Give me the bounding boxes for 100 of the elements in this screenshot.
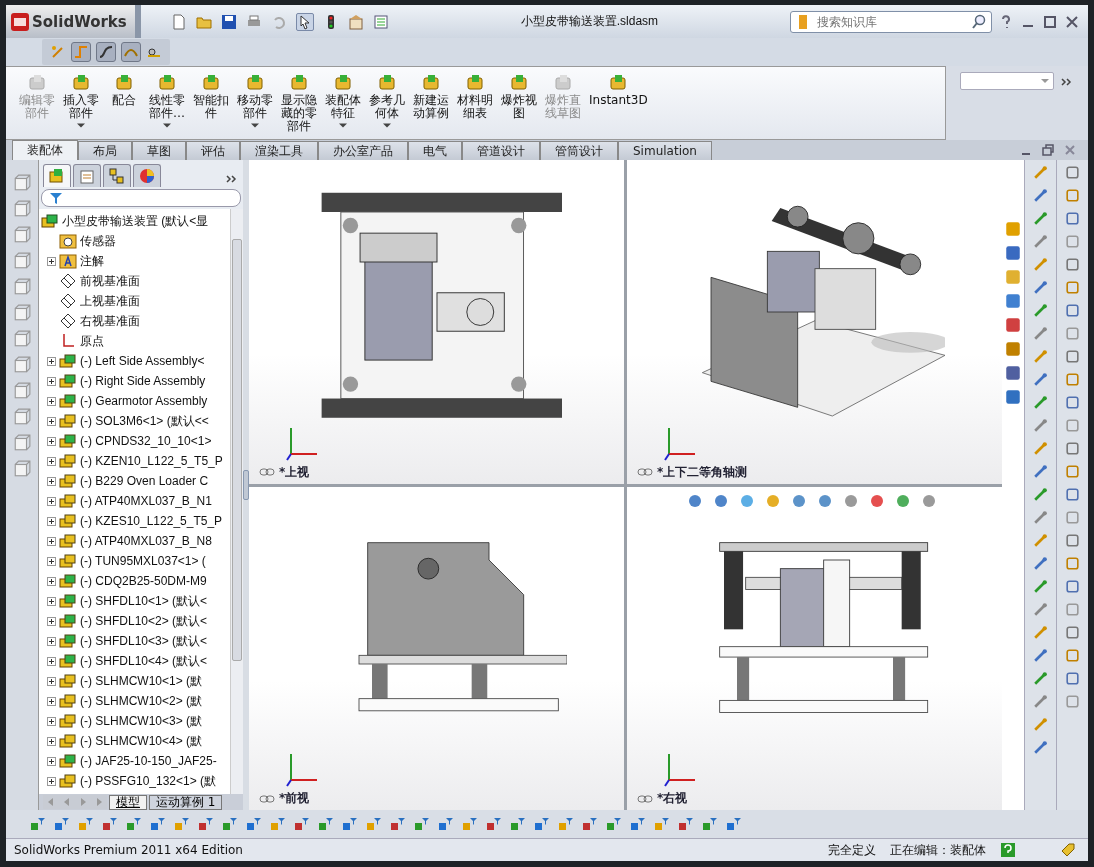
tool-icon[interactable] xyxy=(1064,417,1081,434)
step-path-icon[interactable] xyxy=(71,42,91,62)
command-button[interactable]: 爆炸视 图 xyxy=(498,71,540,122)
save-icon[interactable] xyxy=(220,13,237,30)
task-pane-icon[interactable] xyxy=(1004,244,1022,262)
expand-icon[interactable] xyxy=(47,416,56,426)
selection-filter-icon[interactable] xyxy=(510,816,526,832)
selection-filter-icon[interactable] xyxy=(270,816,286,832)
options-icon[interactable] xyxy=(347,13,364,30)
property-manager-icon[interactable] xyxy=(73,164,101,187)
tree-item[interactable]: (-) PSSFG10_132<1> (默 xyxy=(80,772,217,790)
selection-filter-icon[interactable] xyxy=(174,816,190,832)
tool-icon[interactable] xyxy=(1064,164,1081,181)
cube-icon[interactable] xyxy=(13,226,31,244)
expand-icon[interactable] xyxy=(47,496,56,506)
task-pane-icon[interactable] xyxy=(1004,340,1022,358)
ribbon-tab[interactable]: 渲染工具 xyxy=(240,141,318,160)
selection-filter-icon[interactable] xyxy=(150,816,166,832)
tool-icon[interactable] xyxy=(1064,210,1081,227)
command-button[interactable]: 新建运 动算例 xyxy=(410,71,452,122)
tool-icon[interactable] xyxy=(1032,532,1049,549)
tool-icon[interactable] xyxy=(1064,693,1081,710)
expand-icon[interactable] xyxy=(47,616,56,626)
command-button[interactable]: 智能扣 件 xyxy=(190,71,232,122)
command-button[interactable]: 材料明 细表 xyxy=(454,71,496,122)
tool-icon[interactable] xyxy=(1032,555,1049,572)
feature-manager-icon[interactable] xyxy=(43,164,71,187)
task-pane-icon[interactable] xyxy=(1004,388,1022,406)
model-tab[interactable]: 模型 xyxy=(109,794,147,810)
curve-path-icon[interactable] xyxy=(96,42,116,62)
expand-icon[interactable] xyxy=(47,556,56,566)
tool-icon[interactable] xyxy=(1064,509,1081,526)
tree-item[interactable]: (-) Gearmotor Assembly xyxy=(80,394,208,408)
selection-filter-icon[interactable] xyxy=(294,816,310,832)
expand-icon[interactable] xyxy=(47,576,56,586)
tool-icon[interactable] xyxy=(1064,624,1081,641)
splitter-handle[interactable] xyxy=(243,470,249,500)
expand-icon[interactable] xyxy=(47,396,56,406)
cube-icon[interactable] xyxy=(13,278,31,296)
view-tool-icon[interactable] xyxy=(713,492,729,509)
selection-filter-icon[interactable] xyxy=(318,816,334,832)
tool-icon[interactable] xyxy=(1064,279,1081,296)
expand-icon[interactable] xyxy=(47,536,56,546)
selection-filter-icon[interactable] xyxy=(126,816,142,832)
selection-filter-icon[interactable] xyxy=(54,816,70,832)
tree-item[interactable]: (-) SLHMCW10<2> (默 xyxy=(80,692,203,710)
tree-item[interactable]: (-) ATP40MXL037_B_N8 xyxy=(80,534,212,548)
tree-item[interactable]: 前视基准面 xyxy=(80,272,140,290)
expand-icon[interactable] xyxy=(47,776,56,786)
tree-item[interactable]: (-) Right Side Assembly xyxy=(80,374,206,388)
tag-icon[interactable] xyxy=(1060,842,1076,858)
selection-filter-icon[interactable] xyxy=(30,816,46,832)
close-icon[interactable] xyxy=(1064,13,1080,30)
expand-icon[interactable] xyxy=(47,676,56,686)
expand-icon[interactable] xyxy=(47,456,56,466)
command-button[interactable]: 显示隐 藏的零 部件 xyxy=(278,71,320,135)
caret-icon[interactable] xyxy=(251,123,259,128)
command-button[interactable]: Instant3D xyxy=(586,71,651,109)
tool-icon[interactable] xyxy=(1064,601,1081,618)
ribbon-tab[interactable]: 办公室产品 xyxy=(318,141,408,160)
tool-icon[interactable] xyxy=(1032,233,1049,250)
selection-filter-icon[interactable] xyxy=(246,816,262,832)
help-icon[interactable] xyxy=(1000,842,1016,858)
command-button[interactable]: 插入零 部件 xyxy=(60,71,102,130)
tool-icon[interactable] xyxy=(1064,532,1081,549)
command-button[interactable]: 配合 xyxy=(104,71,144,109)
model-tab[interactable]: 运动算例 1 xyxy=(149,794,223,810)
tool-icon[interactable] xyxy=(1064,486,1081,503)
expand-icon[interactable] xyxy=(47,696,56,706)
selection-filter-icon[interactable] xyxy=(582,816,598,832)
view-tool-icon[interactable] xyxy=(921,492,937,509)
tool-icon[interactable] xyxy=(1032,624,1049,641)
selection-filter-icon[interactable] xyxy=(78,816,94,832)
tool-icon[interactable] xyxy=(1032,670,1049,687)
viewport[interactable]: *前视 xyxy=(249,486,624,810)
tree-item[interactable]: (-) SHFDL10<1> (默认< xyxy=(80,592,208,610)
cube-icon[interactable] xyxy=(13,330,31,348)
tree-item[interactable]: 小型皮带输送装置 (默认<显 xyxy=(62,212,209,230)
tree-item[interactable]: (-) SLHMCW10<3> (默 xyxy=(80,712,203,730)
tool-icon[interactable] xyxy=(1032,509,1049,526)
selection-filter-icon[interactable] xyxy=(702,816,718,832)
selection-filter-icon[interactable] xyxy=(462,816,478,832)
expand-icon[interactable] xyxy=(47,716,56,726)
tree-item[interactable]: (-) SHFDL10<3> (默认< xyxy=(80,632,208,650)
selection-filter-icon[interactable] xyxy=(414,816,430,832)
tool-icon[interactable] xyxy=(1064,463,1081,480)
tool-icon[interactable] xyxy=(1032,693,1049,710)
viewport[interactable]: *右视 xyxy=(627,486,1002,810)
ribbon-tab[interactable]: Simulation xyxy=(618,141,712,160)
expand-icon[interactable] xyxy=(47,376,56,386)
tool-icon[interactable] xyxy=(1032,486,1049,503)
tool-icon[interactable] xyxy=(1032,417,1049,434)
tree-item[interactable]: 上视基准面 xyxy=(80,292,140,310)
tool-icon[interactable] xyxy=(1032,371,1049,388)
restore-icon[interactable] xyxy=(1040,142,1056,158)
tool-icon[interactable] xyxy=(1032,739,1049,756)
tree-item[interactable]: (-) SLHMCW10<1> (默 xyxy=(80,672,203,690)
display-manager-icon[interactable] xyxy=(133,164,161,187)
view-tool-icon[interactable] xyxy=(739,492,755,509)
search-icon[interactable] xyxy=(971,13,987,30)
